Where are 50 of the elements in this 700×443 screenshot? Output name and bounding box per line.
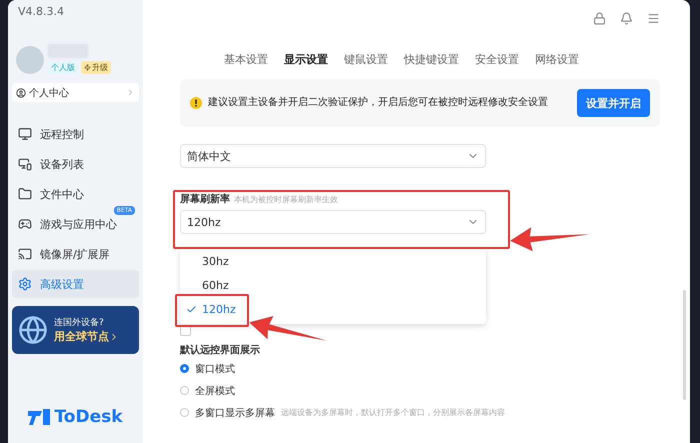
- logo: ToDesk: [12, 407, 139, 427]
- scrollbar[interactable]: [683, 290, 686, 400]
- dropdown-option[interactable]: 30hz: [180, 249, 486, 273]
- settings-icon: [18, 277, 32, 291]
- globe-icon: [18, 315, 48, 345]
- lock-icon[interactable]: [593, 12, 606, 25]
- promo-card[interactable]: 连国外设备? 用全球节点: [12, 306, 139, 354]
- avatar: [16, 46, 44, 74]
- settings-tab[interactable]: 快捷键设置: [404, 52, 459, 67]
- refresh-rate-label: 屏幕刷新率: [180, 192, 230, 206]
- version-label: V4.8.3.4: [18, 4, 66, 20]
- sidebar-item[interactable]: 文件中心: [12, 180, 139, 208]
- check-icon: [186, 304, 197, 315]
- alert-text: 建议设置主设备并开启二次验证保护，开启后您可在被控时远程修改安全设置: [208, 96, 549, 110]
- devices-icon: [18, 157, 32, 171]
- radio-button[interactable]: [180, 386, 189, 395]
- lightning-icon: [84, 64, 91, 71]
- sidebar-item[interactable]: 设备列表: [12, 150, 139, 178]
- radio-button[interactable]: [180, 364, 189, 373]
- bell-icon[interactable]: [620, 12, 633, 25]
- radio-label: 多窗口显示多屏幕: [195, 406, 275, 420]
- refresh-rate-select[interactable]: 120hz: [180, 210, 486, 234]
- dropdown-option[interactable]: 60hz: [180, 273, 486, 297]
- user-center-button[interactable]: 个人中心: [12, 83, 139, 102]
- settings-tab[interactable]: 网络设置: [535, 52, 579, 67]
- menu-icon[interactable]: [647, 12, 660, 25]
- radio-hint: 远端设备为多屏幕时，默认打开多个窗口，分别展示各屏幕内容: [281, 407, 505, 418]
- user-icon: [16, 88, 26, 98]
- gamepad-icon: [18, 217, 32, 231]
- enable-button[interactable]: 设置并开启: [577, 89, 650, 117]
- chevron-right-icon: [126, 88, 135, 97]
- warning-icon: [190, 97, 202, 109]
- radio-label: 窗口模式: [195, 362, 235, 376]
- section-title: 默认远控界面展示: [180, 344, 261, 357]
- sidebar-item[interactable]: 镜像屏/扩展屏: [12, 240, 139, 268]
- radio-button[interactable]: [180, 408, 189, 417]
- upgrade-badge[interactable]: 升级: [81, 61, 111, 74]
- settings-tab[interactable]: 基本设置: [224, 52, 268, 67]
- monitor-icon: [18, 127, 32, 141]
- settings-tab[interactable]: 键鼠设置: [344, 52, 388, 67]
- radio-label: 全屏模式: [195, 384, 235, 398]
- cast-icon: [18, 247, 32, 261]
- settings-tab[interactable]: 显示设置: [284, 52, 328, 67]
- sidebar-item[interactable]: 远程控制: [12, 120, 139, 148]
- edition-badge: 个人版: [48, 61, 78, 74]
- folder-icon: [18, 187, 32, 201]
- refresh-rate-hint: 本机为被控时屏幕刷新率生效: [234, 194, 338, 205]
- settings-tab[interactable]: 安全设置: [475, 52, 519, 67]
- dropdown-option[interactable]: 120hz: [180, 297, 486, 321]
- language-select[interactable]: 简体中文: [180, 144, 486, 168]
